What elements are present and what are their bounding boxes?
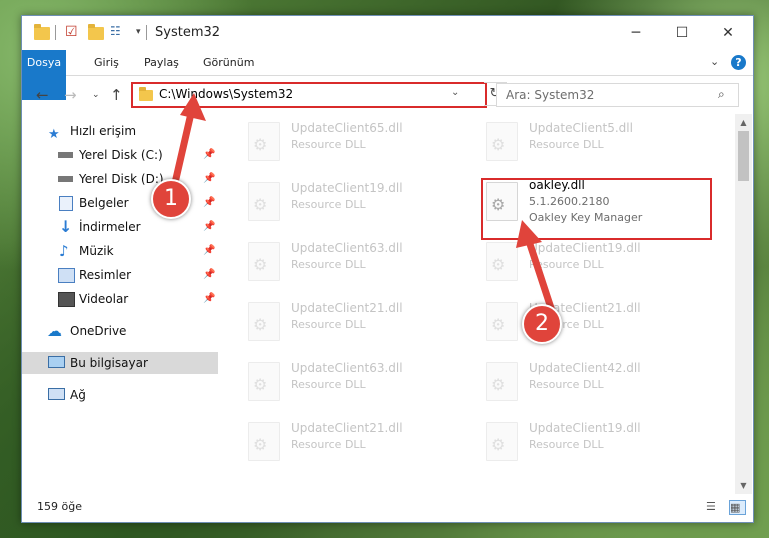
tab-view[interactable]: Görünüm xyxy=(194,50,263,75)
sidebar-item-videos[interactable]: Videolar 📌 xyxy=(22,288,218,310)
navigation-bar: ← → ⌄ ↑ C:\Windows\System32 ⌄ ↻ Ara: Sys… xyxy=(22,76,753,112)
dll-file-icon xyxy=(248,122,280,161)
list-item[interactable]: UpdateClient63.dll Resource DLL xyxy=(240,356,470,406)
list-item[interactable]: UpdateClient21.dll Resource DLL xyxy=(240,296,470,346)
videos-icon xyxy=(58,292,75,307)
documents-icon xyxy=(59,196,73,211)
details-view-icon[interactable]: ☰ xyxy=(706,500,721,513)
drive-icon xyxy=(58,152,73,158)
ribbon-tabs: Dosya Giriş Paylaş Görünüm ⌄ ? xyxy=(22,50,753,100)
network-icon xyxy=(48,388,65,400)
list-item[interactable]: UpdateClient65.dll Resource DLL xyxy=(240,116,470,166)
list-item[interactable]: UpdateClient63.dll Resource DLL xyxy=(240,236,470,286)
minimize-button[interactable]: ─ xyxy=(613,16,659,50)
computer-icon xyxy=(48,356,65,368)
vertical-scrollbar[interactable]: ▲ ▼ xyxy=(735,114,752,494)
dll-file-icon xyxy=(248,302,280,341)
callout-badge-1: 1 xyxy=(151,179,191,219)
forward-button[interactable]: → xyxy=(64,86,77,104)
search-placeholder: Ara: System32 xyxy=(506,88,595,102)
tab-share[interactable]: Paylaş xyxy=(135,50,188,75)
sidebar-item-pictures[interactable]: Resimler 📌 xyxy=(22,264,218,286)
dll-file-icon xyxy=(248,242,280,281)
scroll-up-icon[interactable]: ▲ xyxy=(735,114,752,131)
sidebar-item-network[interactable]: Ağ xyxy=(22,384,218,406)
dll-file-icon xyxy=(486,362,518,401)
divider xyxy=(55,25,56,40)
pin-icon[interactable]: 📌 xyxy=(203,288,215,310)
dll-file-icon xyxy=(486,422,518,461)
item-count: 159 öğe xyxy=(37,500,82,513)
chevron-down-icon[interactable]: ⌄ xyxy=(451,87,459,98)
pin-icon[interactable]: 📌 xyxy=(203,264,215,286)
callout-badge-2: 2 xyxy=(522,304,562,344)
star-icon: ★ xyxy=(48,127,60,142)
downloads-icon: ↓ xyxy=(59,217,73,236)
maximize-button[interactable]: ☐ xyxy=(659,16,705,50)
dll-file-icon xyxy=(248,362,280,401)
music-icon: ♪ xyxy=(59,242,69,260)
file-list: UpdateClient65.dll Resource DLL UpdateCl… xyxy=(240,114,734,494)
list-item[interactable]: UpdateClient42.dll Resource DLL xyxy=(478,356,708,406)
dll-file-icon xyxy=(248,422,280,461)
scroll-down-icon[interactable]: ▼ xyxy=(735,477,752,494)
large-icons-view-icon[interactable]: ▦ xyxy=(729,500,746,515)
dll-file-icon xyxy=(486,122,518,161)
list-item[interactable]: UpdateClient19.dll Resource DLL xyxy=(478,416,708,466)
pin-icon[interactable]: 📌 xyxy=(203,216,215,238)
chevron-down-icon[interactable]: ⌄ xyxy=(710,55,719,68)
view-options-icon[interactable]: ☷ xyxy=(110,24,128,42)
file-explorer-window: ☑ ☷ ▾ System32 ─ ☐ ✕ Dosya Giriş Paylaş … xyxy=(21,15,754,523)
list-item[interactable]: UpdateClient19.dll Resource DLL xyxy=(240,176,470,226)
recent-locations-button[interactable]: ⌄ xyxy=(92,90,100,100)
help-icon[interactable]: ? xyxy=(731,55,746,70)
divider xyxy=(146,25,147,40)
properties-icon[interactable]: ☑ xyxy=(65,24,81,42)
dll-file-icon xyxy=(248,182,280,221)
sidebar-item-downloads[interactable]: ↓ İndirmeler 📌 xyxy=(22,216,218,238)
drive-icon xyxy=(58,176,73,182)
sidebar-item-music[interactable]: ♪ Müzik 📌 xyxy=(22,240,218,262)
pictures-icon xyxy=(58,268,75,283)
back-button[interactable]: ← xyxy=(36,86,49,104)
title-bar: ☑ ☷ ▾ System32 ─ ☐ ✕ xyxy=(22,16,753,50)
window-title: System32 xyxy=(155,25,221,40)
sidebar-item-this-pc[interactable]: Bu bilgisayar xyxy=(22,352,218,374)
folder-icon xyxy=(139,87,153,101)
list-item[interactable]: UpdateClient5.dll Resource DLL xyxy=(478,116,708,166)
pin-icon[interactable]: 📌 xyxy=(203,240,215,262)
up-button[interactable]: ↑ xyxy=(110,86,123,104)
search-input[interactable]: Ara: System32 ⌕ xyxy=(496,83,739,107)
sidebar-item-onedrive[interactable]: ☁ OneDrive xyxy=(22,320,218,342)
list-item[interactable]: UpdateClient21.dll Resource DLL xyxy=(240,416,470,466)
status-bar: 159 öğe ☰ ▦ xyxy=(22,496,753,520)
customize-toolbar-icon[interactable]: ▾ xyxy=(136,27,141,45)
close-button[interactable]: ✕ xyxy=(705,16,751,50)
scroll-thumb[interactable] xyxy=(738,131,749,181)
tab-home[interactable]: Giriş xyxy=(85,50,128,75)
search-icon: ⌕ xyxy=(718,87,725,101)
cloud-icon: ☁ xyxy=(47,322,62,340)
